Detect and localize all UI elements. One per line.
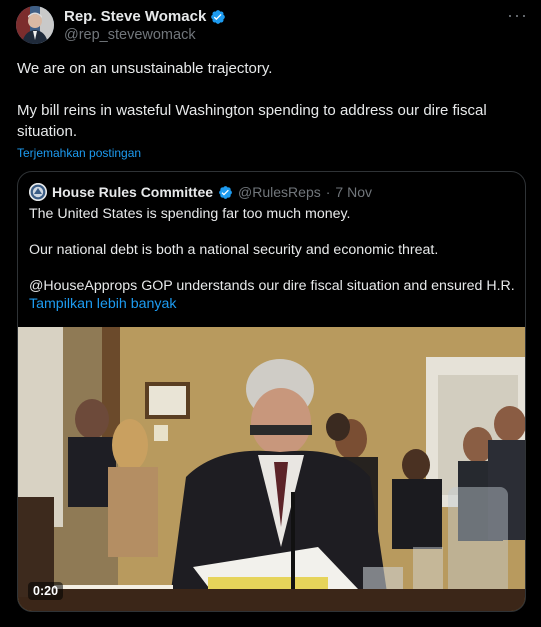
translate-post-link[interactable]: Terjemahkan postingan	[17, 146, 141, 160]
quote-display-name[interactable]: House Rules Committee	[52, 184, 213, 200]
tweet-paragraph: We are on an unsustainable trajectory.	[17, 60, 273, 77]
video-player[interactable]: 0:20	[18, 327, 525, 611]
tweet: Rep. Steve Womack @rep_stevewomack ··· W…	[0, 0, 541, 627]
quote-text: The United States is spending far too mu…	[29, 205, 519, 296]
quote-date[interactable]: 7 Nov	[335, 184, 372, 200]
quote-separator: ·	[325, 184, 331, 200]
quote-paragraph: Our national debt is both a national sec…	[29, 242, 439, 258]
quote-paragraph: @HouseApprops GOP understands our dire f…	[29, 278, 519, 294]
quote-header: House Rules Committee @RulesReps · 7 Nov	[29, 183, 372, 201]
quote-paragraph: The United States is spending far too mu…	[29, 206, 351, 222]
verified-badge-icon[interactable]	[210, 9, 226, 25]
more-options-icon[interactable]: ···	[507, 6, 528, 24]
profile-photo-icon	[16, 6, 54, 44]
author-avatar[interactable]	[16, 6, 54, 44]
author-name-row: Rep. Steve Womack	[64, 8, 226, 25]
quote-author-avatar[interactable]	[29, 183, 47, 201]
tweet-text: We are on an unsustainable trajectory. M…	[17, 58, 527, 142]
show-more-link[interactable]: Tampilkan lebih banyak	[29, 296, 176, 312]
author-handle[interactable]: @rep_stevewomack	[64, 27, 196, 43]
quote-verified-badge-icon[interactable]	[218, 185, 233, 200]
quote-handle[interactable]: @RulesReps	[238, 184, 321, 200]
tweet-paragraph: My bill reins in wasteful Washington spe…	[17, 102, 487, 140]
author-display-name[interactable]: Rep. Steve Womack	[64, 8, 206, 25]
quoted-tweet-card[interactable]: House Rules Committee @RulesReps · 7 Nov…	[17, 171, 526, 612]
video-timestamp: 0:20	[28, 582, 64, 600]
video-frame	[18, 327, 525, 611]
house-seal-icon	[29, 183, 47, 201]
